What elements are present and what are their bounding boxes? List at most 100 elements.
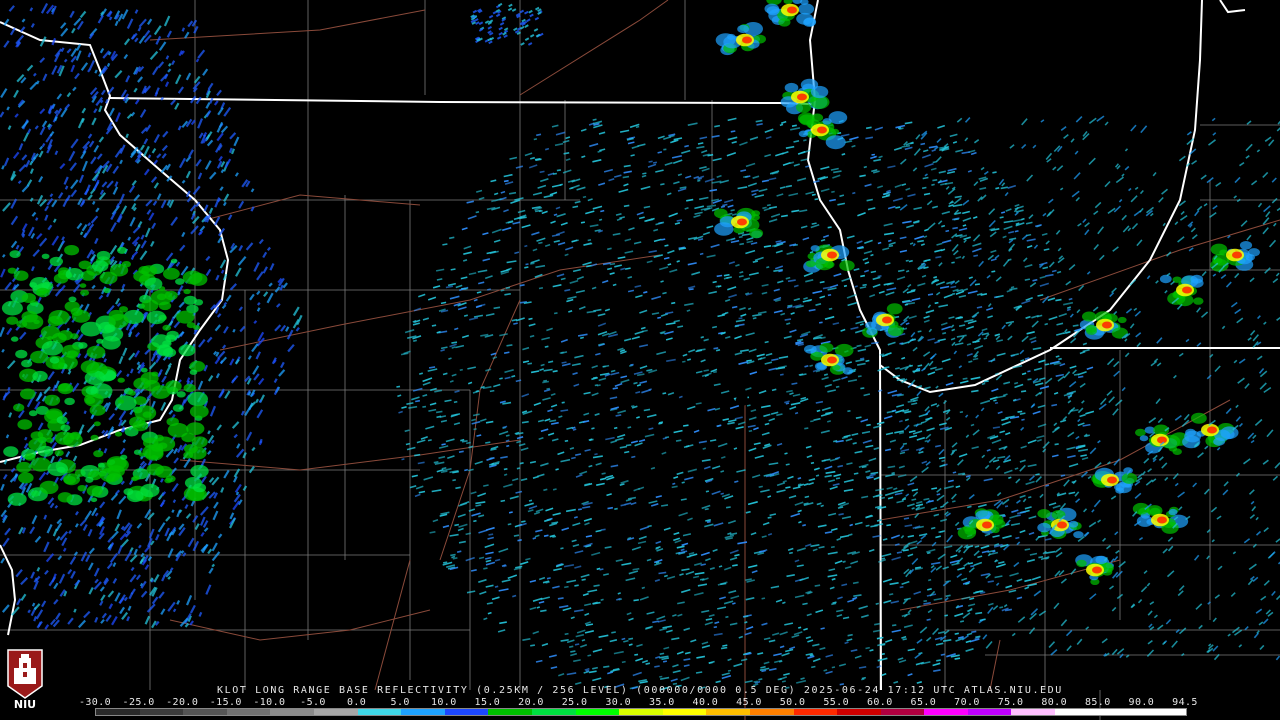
echo-streak xyxy=(478,556,485,560)
echo-streak xyxy=(820,504,824,508)
echo-streak xyxy=(794,411,799,415)
echo-streak xyxy=(66,421,70,425)
echo-cell xyxy=(188,272,208,286)
echo-streak xyxy=(612,387,619,390)
echo-cell xyxy=(749,228,764,239)
echo-streak xyxy=(831,666,836,669)
echo-cell xyxy=(7,492,27,506)
echo-cell xyxy=(189,369,198,375)
echo-streak xyxy=(734,480,739,483)
echo-cell xyxy=(90,497,98,503)
echo-streak xyxy=(455,486,461,490)
echo-streak xyxy=(888,244,894,248)
echo-streak xyxy=(936,659,941,662)
echo-streak xyxy=(1024,548,1031,551)
echo-cell xyxy=(70,307,83,316)
echo-streak xyxy=(854,285,858,288)
echo-streak xyxy=(965,582,970,585)
echo-streak xyxy=(564,253,569,257)
echo-cell xyxy=(61,344,80,358)
echo-streak xyxy=(610,669,615,673)
echo-cell xyxy=(93,421,101,427)
echo-streak xyxy=(1051,269,1057,273)
echo-streak xyxy=(744,621,748,624)
echo-streak xyxy=(936,493,941,496)
echo-streak xyxy=(859,174,866,178)
echo-streak xyxy=(1038,556,1044,559)
echo-streak xyxy=(6,106,10,111)
echo-streak xyxy=(917,330,922,333)
echo-streak xyxy=(672,482,676,486)
echo-streak xyxy=(172,499,177,504)
echo-streak xyxy=(648,388,653,391)
echo-cell xyxy=(827,356,837,364)
echo-streak xyxy=(869,649,874,652)
echo-streak xyxy=(821,459,826,462)
echo-streak xyxy=(771,388,777,392)
echo-streak xyxy=(767,533,773,536)
echo-streak xyxy=(613,426,618,430)
echo-streak xyxy=(528,499,533,502)
echo-streak xyxy=(662,392,667,395)
echo-streak xyxy=(657,316,662,319)
echo-streak xyxy=(804,495,810,499)
echo-streak xyxy=(564,632,569,636)
echo-streak xyxy=(574,516,578,519)
echo-cell xyxy=(99,467,121,483)
echo-streak xyxy=(54,116,58,122)
echo-streak xyxy=(106,62,111,68)
echo-streak xyxy=(1044,322,1049,326)
echo-cell xyxy=(16,461,32,473)
echo-streak xyxy=(505,439,510,443)
echo-cell xyxy=(1082,311,1097,322)
echo-streak xyxy=(700,563,706,566)
echo-streak xyxy=(723,273,730,277)
echo-cell xyxy=(117,377,125,383)
echo-streak xyxy=(823,669,828,672)
echo-streak xyxy=(564,439,569,442)
echo-streak xyxy=(433,461,439,464)
echo-streak xyxy=(122,439,127,444)
echo-cell xyxy=(1092,566,1102,574)
echo-streak xyxy=(536,606,541,609)
echo-streak xyxy=(747,307,752,310)
echo-streak xyxy=(621,637,626,641)
echo-cell xyxy=(57,492,73,503)
echo-streak xyxy=(940,653,945,656)
echo-streak xyxy=(731,305,738,309)
echo-streak xyxy=(658,421,664,424)
echo-cell xyxy=(41,340,64,356)
echo-streak xyxy=(489,389,495,393)
echo-streak xyxy=(431,324,437,327)
echo-streak xyxy=(699,578,705,581)
echo-cell xyxy=(187,391,208,407)
echo-streak xyxy=(577,508,582,511)
echo-streak xyxy=(596,384,601,387)
echo-cell xyxy=(146,463,164,476)
echo-cell xyxy=(1184,430,1201,443)
echo-streak xyxy=(561,401,565,404)
echo-streak xyxy=(927,293,934,296)
echo-streak xyxy=(784,318,792,321)
echo-cell xyxy=(1182,286,1192,294)
echo-cell xyxy=(1239,241,1253,250)
echo-cell xyxy=(132,420,149,432)
echo-streak xyxy=(553,213,558,217)
echo-streak xyxy=(180,550,185,554)
echo-streak xyxy=(657,151,663,154)
echo-cell xyxy=(65,268,84,281)
echo-streak xyxy=(452,479,456,482)
echo-streak xyxy=(7,125,12,130)
echo-cell xyxy=(132,475,140,481)
echo-streak xyxy=(530,644,536,647)
echo-streak xyxy=(35,217,39,221)
echo-cell xyxy=(21,359,33,368)
echo-streak xyxy=(451,555,456,559)
echo-streak xyxy=(506,444,510,448)
echo-streak xyxy=(464,468,468,472)
echo-streak xyxy=(831,190,835,193)
echo-streak xyxy=(779,123,784,127)
echo-streak xyxy=(684,144,689,148)
echo-cell xyxy=(24,453,36,461)
echo-streak xyxy=(476,434,482,437)
